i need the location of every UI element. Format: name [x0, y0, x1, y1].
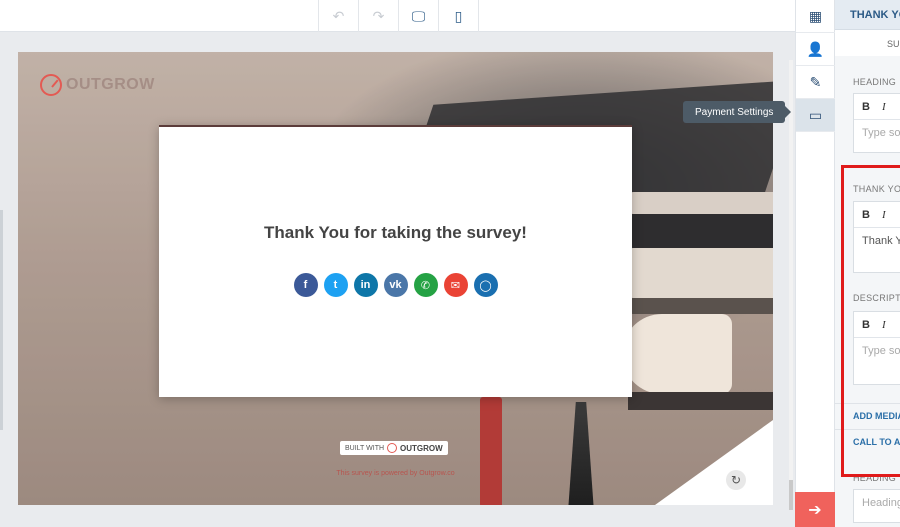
heading-label-2: HEADING: [853, 473, 897, 483]
settings-panel: THANK YOU PAGE SUBMIT HEADING B I Type s…: [835, 0, 900, 527]
linkedin-icon: in: [360, 279, 371, 291]
add-media-link[interactable]: ADD MEDIA: [853, 411, 900, 421]
payment-settings-tooltip: Payment Settings: [683, 101, 792, 123]
description-input[interactable]: Type some text: [854, 338, 900, 364]
linkedin-share-button[interactable]: in: [353, 273, 378, 297]
canvas-scrollbar[interactable]: [789, 60, 793, 510]
whatsapp-share-button[interactable]: ✆: [413, 273, 438, 297]
format-toolbar: B I: [854, 312, 900, 338]
call-to-action-link[interactable]: CALL TO ACTION: [853, 437, 900, 447]
thank-you-editor[interactable]: B I Thank You: [853, 201, 900, 273]
background-book: [630, 248, 773, 298]
social-share-row: f t in vk ✆ ✉ ◯: [159, 273, 632, 297]
left-scrollbar[interactable]: [0, 210, 3, 430]
desktop-view-button[interactable]: 🖵: [399, 0, 439, 32]
italic-button[interactable]: I: [882, 319, 886, 331]
edit-tab[interactable]: ✎: [796, 66, 835, 99]
panel-header[interactable]: THANK YOU PAGE: [835, 0, 900, 30]
background-book: [630, 298, 773, 314]
divider: [835, 429, 900, 430]
italic-button[interactable]: I: [882, 101, 886, 113]
format-toolbar: B I: [854, 94, 900, 120]
built-with-label: BUILT WITH: [345, 444, 385, 452]
vk-icon: vk: [389, 279, 402, 291]
redo-icon: ↷: [372, 7, 385, 24]
bold-button[interactable]: B: [862, 319, 870, 331]
dashboard-tab[interactable]: ▦: [796, 0, 835, 33]
description-label: DESCRIPTION: [853, 293, 900, 303]
panel-subtab[interactable]: SUBMIT: [835, 30, 900, 56]
add-user-tab[interactable]: 👤: [796, 33, 835, 66]
scrollbar-thumb[interactable]: [789, 480, 793, 510]
heading-label: HEADING: [853, 77, 897, 87]
redo-button[interactable]: ↷: [359, 0, 399, 32]
bold-button[interactable]: B: [862, 209, 870, 221]
email-share-button[interactable]: ✉: [443, 273, 468, 297]
built-with-badge[interactable]: BUILT WITH OUTGROW: [340, 441, 448, 455]
corner-fold: [655, 420, 773, 505]
background-tassel: [568, 402, 594, 505]
messenger-share-button[interactable]: ◯: [473, 273, 498, 297]
undo-button[interactable]: ↶: [319, 0, 359, 32]
add-user-icon: 👤: [806, 40, 825, 57]
mobile-view-button[interactable]: ▯: [439, 0, 479, 32]
desktop-icon: 🖵: [411, 7, 426, 24]
background-book: [630, 214, 773, 248]
mobile-icon: ▯: [454, 7, 463, 24]
heading-input-2[interactable]: Heading: [854, 490, 900, 516]
bold-button[interactable]: B: [862, 101, 870, 113]
toolbar-button-group: ↶ ↷ 🖵 ▯: [318, 0, 479, 32]
background-shelf: [628, 392, 773, 410]
heading-input-2-wrap[interactable]: Heading: [853, 489, 900, 523]
vk-share-button[interactable]: vk: [383, 273, 408, 297]
next-button[interactable]: ➔: [795, 492, 835, 527]
twitter-share-button[interactable]: t: [323, 273, 348, 297]
credit-card-icon: ▭: [808, 106, 823, 123]
pencil-icon: ✎: [809, 73, 822, 90]
background-ribbon: [480, 397, 502, 505]
facebook-share-button[interactable]: f: [293, 273, 318, 297]
grid-icon: ▦: [808, 7, 823, 24]
facebook-icon: f: [303, 279, 308, 291]
undo-icon: ↶: [332, 7, 345, 24]
payment-settings-tab[interactable]: ▭: [796, 99, 835, 132]
reset-button[interactable]: ↻: [726, 470, 746, 490]
outgrow-logo-icon: [40, 74, 62, 96]
heading-input[interactable]: Type some text: [854, 120, 900, 146]
editor-icon-sidebar: ▦ 👤 ✎ ▭: [795, 0, 835, 527]
outgrow-logo: OUTGROW: [40, 74, 155, 96]
thank-you-title[interactable]: Thank You for taking the survey!: [159, 223, 632, 243]
top-toolbar: ↶ ↷ 🖵 ▯: [0, 0, 795, 32]
background-diploma-scroll: [622, 314, 732, 394]
logo-text: OUTGROW: [66, 76, 155, 93]
twitter-icon: t: [333, 279, 338, 291]
thank-you-label: THANK YOU: [853, 184, 900, 194]
chat-icon: ◯: [479, 279, 492, 292]
refresh-icon: ↻: [730, 473, 742, 487]
whatsapp-icon: ✆: [420, 279, 431, 292]
background-book: [630, 192, 773, 214]
heading-editor[interactable]: B I Type some text: [853, 93, 900, 153]
powered-by-text: This survey is powered by Outgrow.co: [336, 470, 455, 477]
divider: [835, 403, 900, 404]
email-icon: ✉: [450, 279, 461, 292]
format-toolbar: B I: [854, 202, 900, 228]
outgrow-mini-icon: [387, 443, 398, 453]
italic-button[interactable]: I: [882, 209, 886, 221]
thank-you-card: Thank You for taking the survey! f t in vk ✆…: [159, 125, 632, 397]
arrow-right-icon: ➔: [808, 501, 822, 519]
description-editor[interactable]: B I Type some text: [853, 311, 900, 385]
thank-you-input[interactable]: Thank You: [854, 228, 900, 254]
built-with-brand: OUTGROW: [400, 443, 443, 453]
